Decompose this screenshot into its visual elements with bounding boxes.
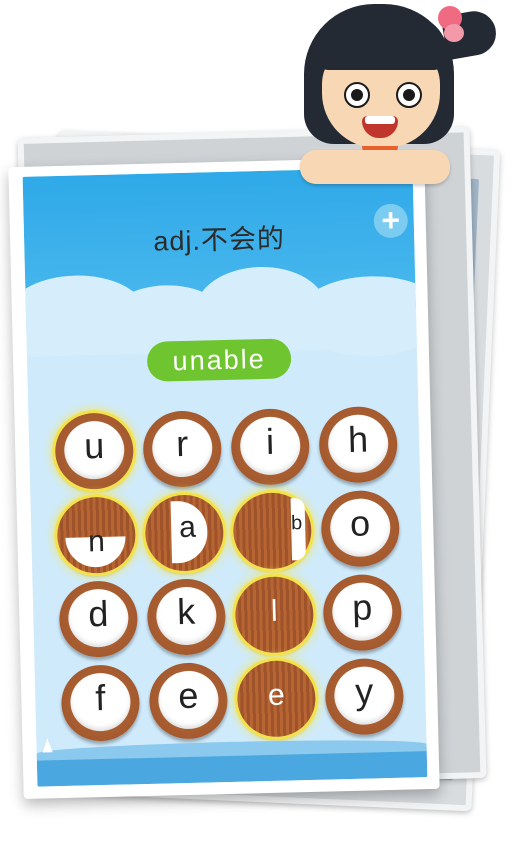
- tile-letter: h: [347, 418, 369, 460]
- game-screen: adj.不会的 + unable u r i h n a b o d k l p…: [22, 167, 428, 787]
- tile-letter: k: [176, 590, 196, 633]
- letter-tile[interactable]: h: [318, 405, 399, 484]
- girl-bangs: [314, 14, 448, 70]
- sailboat-icon: [42, 738, 53, 753]
- tile-letter: a: [178, 510, 197, 545]
- letter-tile[interactable]: e: [236, 659, 317, 738]
- tile-letter: n: [87, 524, 106, 559]
- girl-eye: [396, 82, 422, 108]
- letter-tile[interactable]: y: [324, 657, 405, 736]
- tile-letter: e: [267, 678, 286, 712]
- tile-letter: p: [351, 586, 373, 628]
- tile-letter: i: [265, 420, 275, 462]
- letter-tile[interactable]: i: [230, 407, 311, 486]
- letter-tile[interactable]: r: [142, 410, 223, 488]
- answer-word: unable: [146, 338, 292, 382]
- letter-tile[interactable]: n: [56, 496, 137, 575]
- letter-tile[interactable]: d: [58, 580, 139, 659]
- tile-letter: d: [87, 592, 109, 635]
- letter-tile[interactable]: f: [60, 664, 141, 743]
- tile-letter: u: [83, 424, 105, 467]
- letter-tile[interactable]: b: [232, 491, 313, 570]
- tile-letter: y: [354, 670, 374, 712]
- letter-tile[interactable]: e: [148, 661, 229, 740]
- letter-grid: u r i h n a b o d k l p f e e y: [54, 405, 406, 750]
- letter-tile[interactable]: o: [320, 489, 401, 568]
- girl-arms: [300, 150, 450, 184]
- tile-letter: e: [177, 674, 199, 717]
- letter-tile[interactable]: u: [54, 412, 135, 491]
- letter-tile[interactable]: p: [322, 573, 403, 652]
- girl-mascot: [296, 0, 500, 190]
- water-background: [36, 747, 428, 787]
- tile-letter: l: [270, 594, 279, 628]
- girl-eye: [344, 82, 370, 108]
- tile-letter: r: [175, 422, 189, 465]
- tile-letter: f: [94, 676, 106, 719]
- letter-tile[interactable]: a: [144, 494, 225, 572]
- letter-tile[interactable]: k: [146, 578, 227, 656]
- game-card: adj.不会的 + unable u r i h n a b o d k l p…: [8, 157, 440, 799]
- letter-tile[interactable]: l: [234, 575, 315, 654]
- tile-letter: o: [349, 502, 371, 544]
- tile-letter: b: [290, 512, 303, 535]
- hair-bow-icon: [444, 24, 464, 42]
